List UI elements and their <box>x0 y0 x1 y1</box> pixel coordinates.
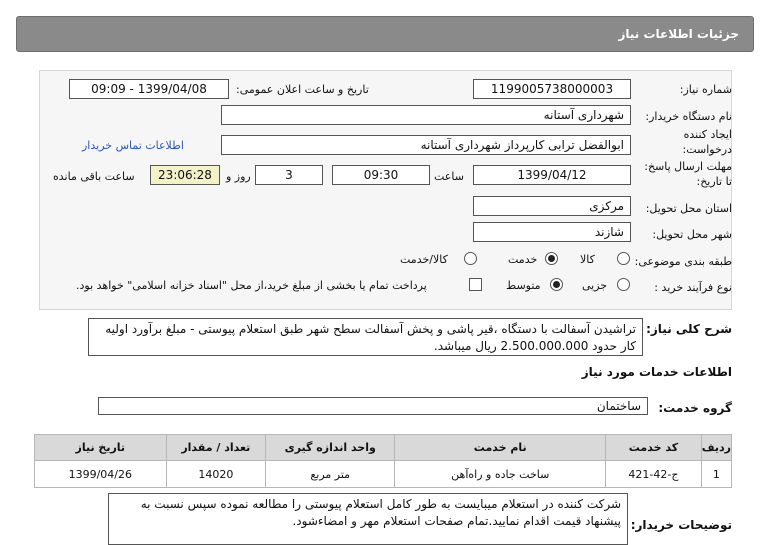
services-table-header: ردیف کد خدمت نام خدمت واحد اندازه گیری ت… <box>34 434 733 461</box>
need-number-label: شماره نیاز: <box>679 83 732 96</box>
treasury-bonds-checkbox[interactable] <box>469 278 482 291</box>
remaining-time-field: 23:06:28 <box>150 165 220 185</box>
description-label: شرح کلی نیاز: <box>646 322 732 336</box>
cell-date: 1399/04/26 <box>34 460 167 488</box>
purchase-radio-medium[interactable] <box>550 278 563 291</box>
remaining-time-label: ساعت باقی مانده <box>53 170 135 183</box>
creator-field[interactable]: ابوالفضل ترابی کارپرداز شهرداری آستانه <box>221 135 631 155</box>
col-header-row: ردیف <box>700 434 733 461</box>
province-label: استان محل تحویل: <box>645 202 732 215</box>
category-option-service: خدمت <box>508 253 538 266</box>
buyer-notes-line-2: پیشنهاد قیمت اقدام نمایید.تمام صفحات است… <box>292 514 621 528</box>
deadline-time-field[interactable]: 09:30 <box>332 165 430 185</box>
buyer-notes-box: شرکت کننده در استعلام میبایست به طور کام… <box>108 493 628 545</box>
deadline-date-field[interactable]: 1399/04/12 <box>473 165 631 185</box>
col-header-qty: تعداد / مقدار <box>165 434 267 461</box>
buyer-contact-link[interactable]: اطلاعات تماس خریدار <box>82 139 184 152</box>
category-option-goods-service: کالا/خدمت <box>400 253 448 266</box>
category-radio-goods-service[interactable] <box>464 252 477 265</box>
announce-date-field[interactable]: 1399/04/08 - 09:09 <box>69 79 229 99</box>
days-field[interactable]: 3 <box>255 165 323 185</box>
page: جزئیات اطلاعات نیاز شماره نیاز: 11990057… <box>0 0 770 545</box>
col-header-unit: واحد اندازه گیری <box>265 434 396 461</box>
buyer-org-label: نام دستگاه خریدار: <box>645 110 732 123</box>
cell-code: ج-42-421 <box>605 460 702 488</box>
buyer-notes-label: توضیحات خریدار: <box>630 518 732 532</box>
buyer-org-field[interactable]: شهرداری آستانه <box>221 105 631 125</box>
col-header-code: کد خدمت <box>605 434 702 461</box>
col-header-date: تاریخ نیاز <box>34 434 167 461</box>
creator-label-line2: درخواست: <box>682 143 732 156</box>
services-section-title: اطلاعات خدمات مورد نیاز <box>581 365 732 379</box>
cell-qty: 14020 <box>165 460 267 488</box>
cell-unit: متر مربع <box>265 460 396 488</box>
table-row: 1 ج-42-421 ساخت جاده و راه‌آهن متر مربع … <box>34 460 733 488</box>
deadline-label-line1: مهلت ارسال پاسخ: <box>644 160 732 173</box>
category-radio-service[interactable] <box>545 252 558 265</box>
service-group-label: گروه خدمت: <box>658 401 732 415</box>
header-bar: جزئیات اطلاعات نیاز <box>16 16 754 52</box>
service-group-field[interactable]: ساختمان <box>98 397 648 415</box>
description-line-2: کار حدود 2.500.000.000 ریال میباشد. <box>433 339 636 353</box>
creator-label-line1: ایجاد کننده <box>683 128 732 141</box>
description-box: تراشیدن آسفالت با دستگاه ،قیر پاشی و پخش… <box>88 318 643 356</box>
description-line-1: تراشیدن آسفالت با دستگاه ،قیر پاشی و پخش… <box>105 322 636 336</box>
col-header-name: نام خدمت <box>394 434 607 461</box>
city-field[interactable]: شازند <box>473 222 631 242</box>
cell-row: 1 <box>700 460 733 488</box>
days-label: روز و <box>226 170 251 183</box>
purchase-option-minor: جزیی <box>582 279 608 292</box>
purchase-option-medium: متوسط <box>506 279 541 292</box>
need-number-field[interactable]: 1199005738000003 <box>473 79 631 99</box>
cell-name: ساخت جاده و راه‌آهن <box>394 460 607 488</box>
treasury-bonds-text: پرداخت تمام یا بخشی از مبلغ خرید،از محل … <box>76 279 427 292</box>
province-field[interactable]: مرکزی <box>473 196 631 216</box>
city-label: شهر محل تحویل: <box>652 228 732 241</box>
announce-date-label: تاریخ و ساعت اعلان عمومی: <box>236 83 369 96</box>
purchase-radio-minor[interactable] <box>617 278 630 291</box>
purchase-type-label: نوع فرآیند خرید : <box>654 281 732 294</box>
deadline-time-label: ساعت <box>434 170 464 183</box>
deadline-label-line2: تا تاریخ: <box>696 175 732 188</box>
category-label: طبقه بندی موضوعی: <box>634 255 732 268</box>
category-radio-goods[interactable] <box>617 252 630 265</box>
category-option-goods: کالا <box>580 253 595 266</box>
services-table: ردیف کد خدمت نام خدمت واحد اندازه گیری ت… <box>34 434 733 488</box>
page-title: جزئیات اطلاعات نیاز <box>618 27 739 41</box>
buyer-notes-line-1: شرکت کننده در استعلام میبایست به طور کام… <box>140 497 621 511</box>
